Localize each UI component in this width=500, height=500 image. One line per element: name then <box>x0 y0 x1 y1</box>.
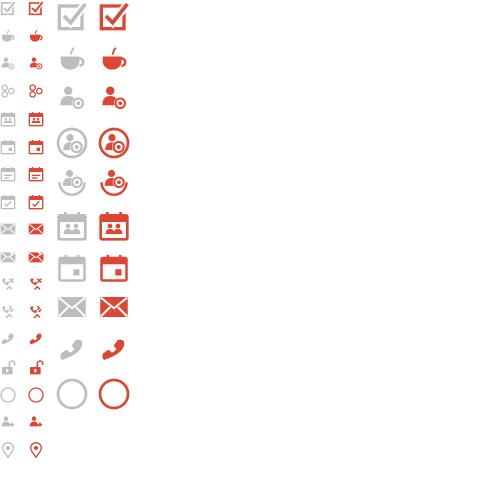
envelope-icon <box>28 221 44 237</box>
envelope-open-icon <box>0 249 16 265</box>
phone-link-icon <box>28 276 44 292</box>
envelope-open-icon <box>28 249 44 265</box>
circle-outline-icon <box>98 377 130 411</box>
phone-link-broken-icon <box>28 304 44 320</box>
share-nodes-icon <box>28 83 44 99</box>
padlock-open-icon <box>0 359 16 375</box>
contact-calendar-icon <box>0 111 16 127</box>
calendar-list-icon <box>0 166 16 182</box>
user-add-icon <box>56 82 88 112</box>
user-edit-icon <box>28 414 44 430</box>
calendar-check-icon <box>28 194 44 210</box>
envelope-icon <box>56 292 88 322</box>
share-nodes-icon <box>0 83 16 99</box>
user-add-icon <box>98 82 130 112</box>
user-edit-icon <box>0 414 16 430</box>
checkbox-checked-icon <box>28 0 45 16</box>
contact-calendar-icon <box>98 210 130 242</box>
contact-calendar-icon <box>56 210 88 242</box>
padlock-open-icon <box>28 359 44 375</box>
calendar-list-icon <box>28 166 44 182</box>
phone-icon <box>0 331 16 347</box>
user-add-icon <box>0 55 16 71</box>
contact-calendar-icon <box>28 111 44 127</box>
calendar-icon <box>0 139 16 155</box>
user-add-cradle-icon <box>56 166 88 196</box>
coffee-cup-icon <box>0 28 16 44</box>
calendar-icon <box>56 253 88 283</box>
coffee-cup-icon <box>98 44 130 74</box>
coffee-cup-icon <box>28 28 44 44</box>
calendar-check-icon <box>0 194 16 210</box>
user-add-circle-icon <box>56 126 88 160</box>
coffee-cup-icon <box>56 44 88 74</box>
phone-icon <box>28 331 44 347</box>
icon-sprite-sheet <box>0 0 500 500</box>
checkbox-checked-icon <box>0 0 17 16</box>
envelope-icon <box>0 221 16 237</box>
circle-outline-icon <box>28 387 44 403</box>
phone-link-broken-icon <box>0 304 16 320</box>
phone-icon <box>98 335 130 365</box>
checkbox-checked-icon <box>98 0 131 32</box>
calendar-icon <box>28 139 44 155</box>
checkbox-checked-icon <box>56 0 89 32</box>
user-add-icon <box>28 55 44 71</box>
circle-outline-icon <box>0 387 16 403</box>
map-pin-icon <box>0 442 16 459</box>
envelope-icon <box>98 292 130 322</box>
map-pin-icon <box>28 442 44 459</box>
phone-icon <box>56 335 88 365</box>
user-add-cradle-icon <box>98 166 130 196</box>
user-add-circle-icon <box>98 126 130 160</box>
circle-outline-icon <box>56 377 88 411</box>
calendar-icon <box>98 253 130 283</box>
phone-link-icon <box>0 276 16 292</box>
